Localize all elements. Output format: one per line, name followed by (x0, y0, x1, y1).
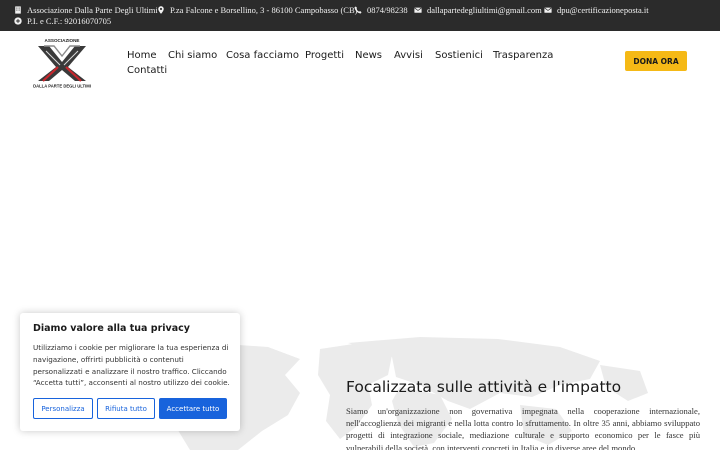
phone-icon (354, 6, 362, 14)
topbar-org: Associazione Dalla Parte Degli Ultimi (14, 5, 158, 15)
nav-item-avvisi[interactable]: Avvisi (394, 50, 423, 61)
donate-button[interactable]: DONA ORA (625, 51, 687, 71)
map-pin-icon (158, 6, 164, 14)
topbar-pec-text: dpu@certificazioneposta.it (557, 5, 649, 15)
topbar-org-name: Associazione Dalla Parte Degli Ultimi (27, 5, 158, 15)
topbar-address[interactable]: P.za Falcone e Borsellino, 3 - 86100 Cam… (157, 5, 357, 15)
section-text: Siamo un'organizzazione non governativa … (346, 406, 700, 450)
logo-emblem-icon (38, 45, 86, 82)
site-logo[interactable]: ASSOCIAZIONE DALLA PARTE DEGLI ULTIMI (30, 37, 94, 89)
topbar-email[interactable]: dallapartedegliultimi@gmail.com (414, 5, 542, 15)
envelope-icon (414, 7, 422, 13)
envelope-icon (544, 7, 552, 13)
nav-item-contatti[interactable]: Contatti (127, 65, 167, 76)
logo-top-text: ASSOCIAZIONE (45, 38, 80, 43)
cookie-consent-banner: Diamo valore alla tua privacy Utilizziam… (20, 313, 240, 431)
building-icon (15, 6, 21, 14)
reject-all-button[interactable]: Rifiuta tutto (97, 398, 155, 419)
nav-item-progetti[interactable]: Progetti (305, 50, 344, 61)
topbar-vat-text: P.I. e C.F.: 92016070705 (27, 16, 112, 26)
accept-all-button[interactable]: Accettare tutto (159, 398, 227, 419)
logo-bottom-text: DALLA PARTE DEGLI ULTIMI (33, 84, 91, 89)
nav-item-cosa-facciamo[interactable]: Cosa facciamo (226, 50, 299, 61)
plus-circle-icon (14, 17, 22, 25)
nav-item-trasparenza[interactable]: Trasparenza (493, 50, 553, 61)
topbar-phone-text: 0874/98238 (367, 5, 408, 15)
section-title: Focalizzata sulle attività e l'impatto (346, 378, 622, 396)
cookie-title: Diamo valore alla tua privacy (33, 323, 190, 334)
cookie-text: Utilizziamo i cookie per migliorare la t… (33, 343, 230, 388)
topbar-email-text: dallapartedegliultimi@gmail.com (427, 5, 542, 15)
topbar-address-text: P.za Falcone e Borsellino, 3 - 86100 Cam… (170, 5, 358, 15)
nav-item-home[interactable]: Home (127, 50, 157, 61)
top-info-bar: Associazione Dalla Parte Degli Ultimi P.… (0, 0, 720, 31)
nav-item-sostienici[interactable]: Sostienici (435, 50, 483, 61)
topbar-pec[interactable]: dpu@certificazioneposta.it (544, 5, 649, 15)
nav-item-news[interactable]: News (355, 50, 382, 61)
topbar-phone[interactable]: 0874/98238 (354, 5, 408, 15)
topbar-vat: P.I. e C.F.: 92016070705 (14, 16, 111, 26)
customize-button[interactable]: Personalizza (33, 398, 93, 419)
nav-item-chi-siamo[interactable]: Chi siamo (168, 50, 217, 61)
